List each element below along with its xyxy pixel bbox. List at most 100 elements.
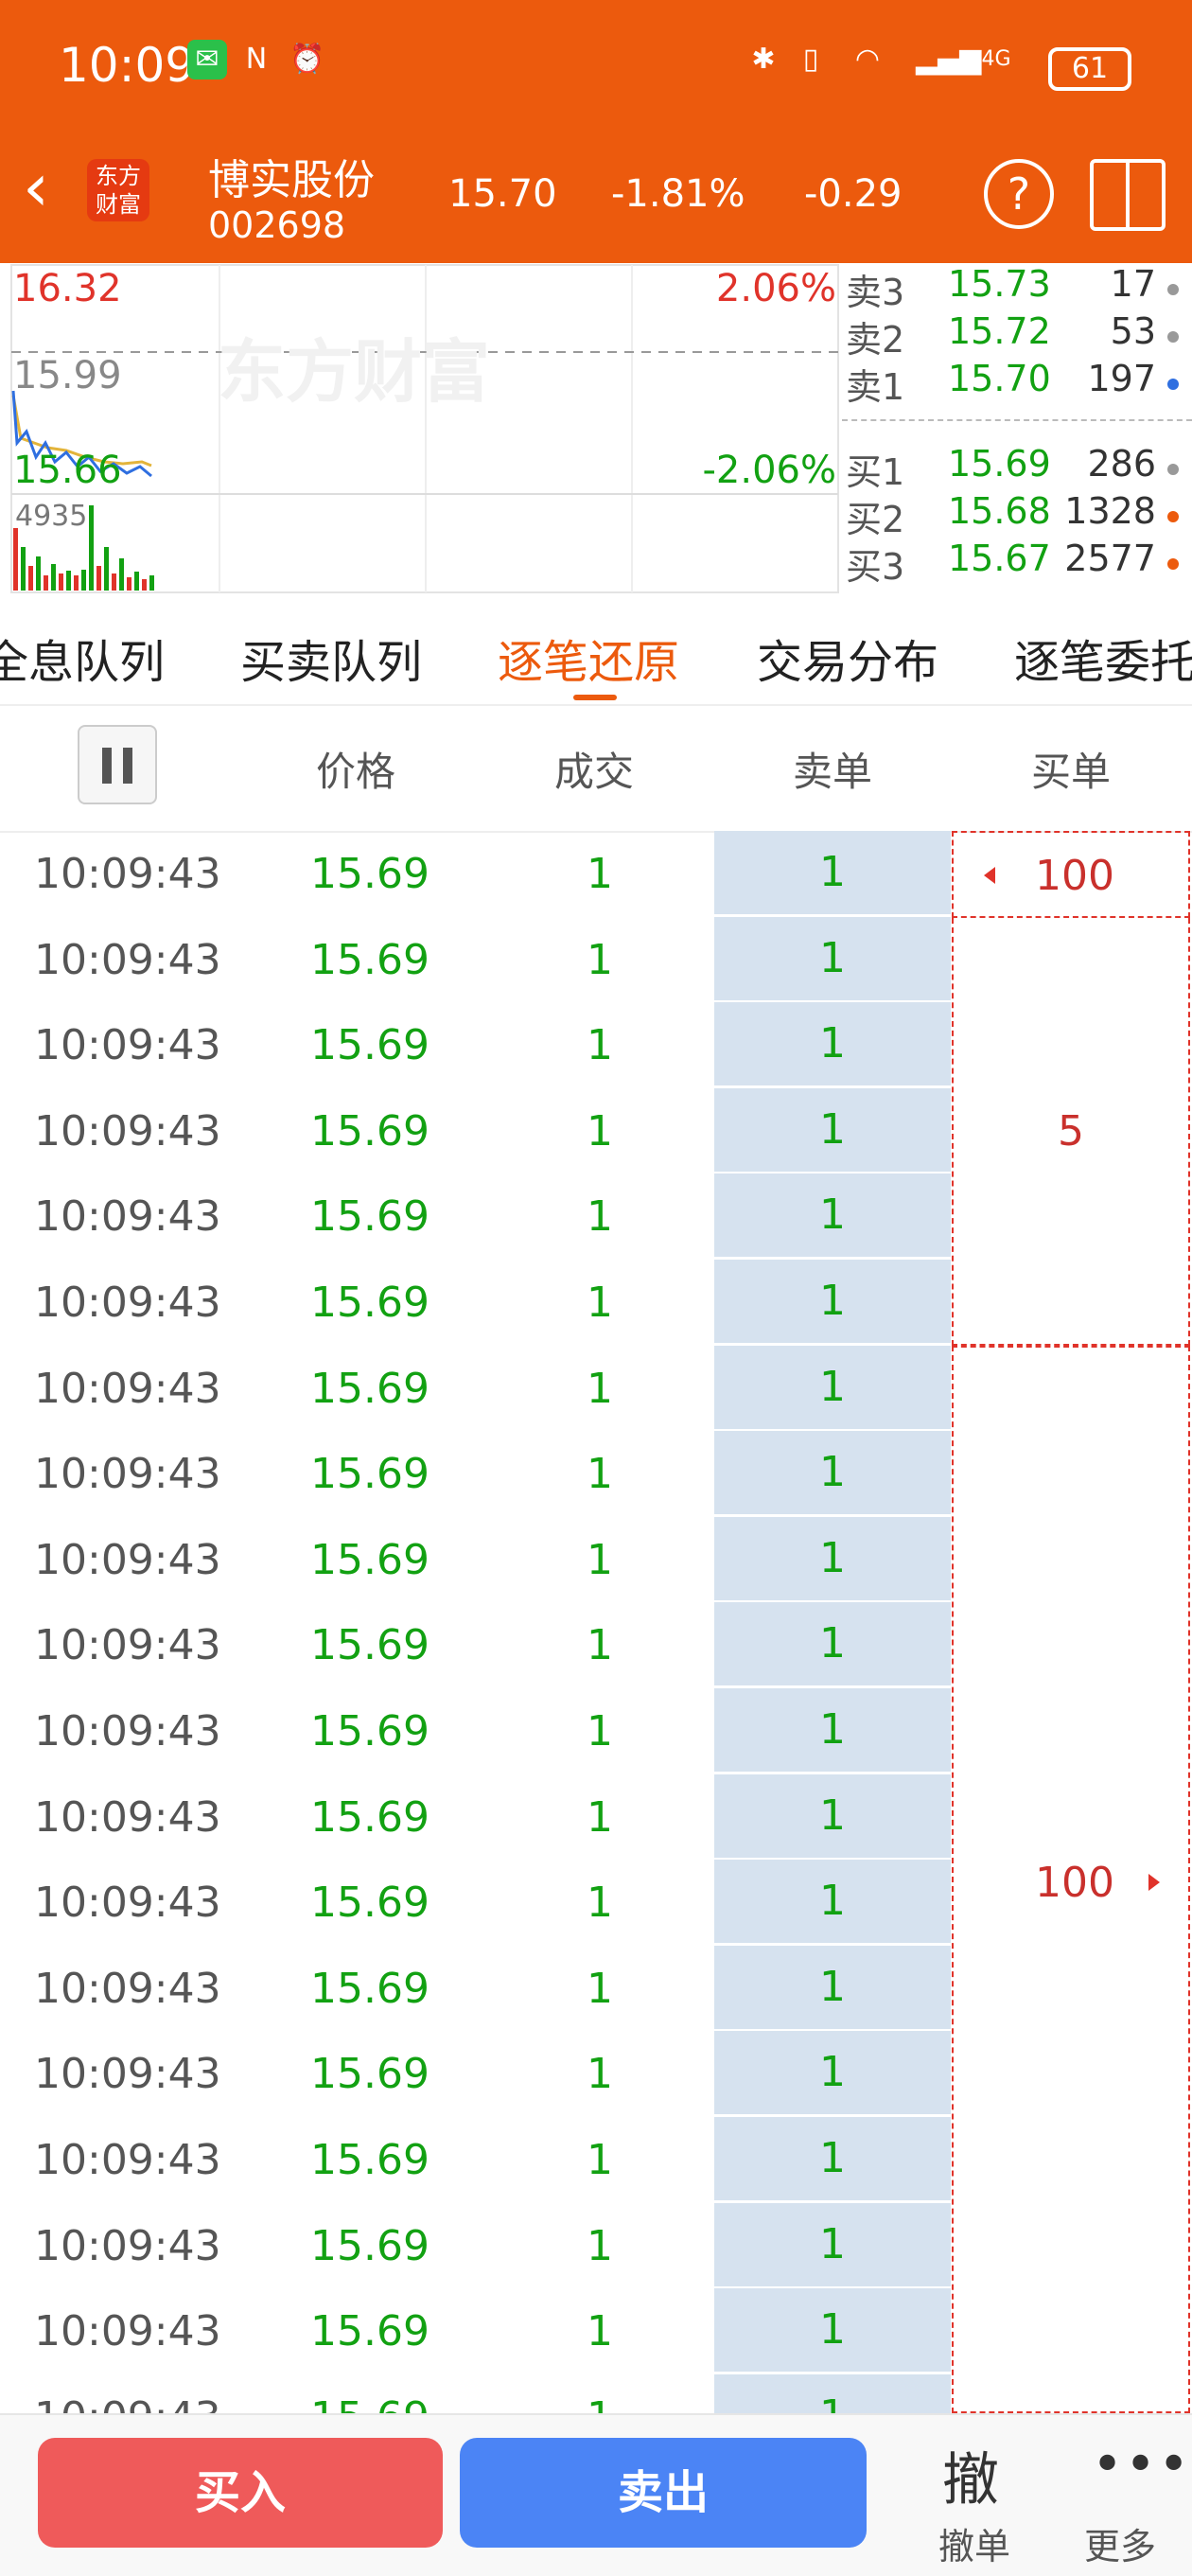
tick-time: 10:09:43 <box>34 1879 221 1928</box>
buy-block[interactable]: 100 <box>952 1346 1190 2413</box>
cancel-order-icon[interactable]: 撤 <box>942 2434 999 2516</box>
back-icon[interactable]: ‹ <box>23 154 49 221</box>
tick-trade-volume: 1 <box>587 1192 613 1242</box>
chart-down-pct: -2.06% <box>702 449 836 492</box>
chart-watermark: 东方财富 <box>218 332 491 412</box>
stock-change-pct: -1.81% <box>611 172 745 216</box>
tick-trade-volume: 1 <box>587 1535 613 1584</box>
tick-price: 15.69 <box>310 850 429 898</box>
tick-sell-order: 1 <box>714 2117 951 2203</box>
tick-sell-order: 1 <box>714 1431 951 1518</box>
active-tab-indicator <box>573 695 617 700</box>
split-screen-icon[interactable] <box>1090 159 1166 231</box>
order-price: 15.70 <box>948 358 1051 399</box>
order-book-row: 卖3 15.73 17 <box>842 263 1192 313</box>
order-book-divider <box>842 419 1192 421</box>
tick-sell-order: 1 <box>714 1945 951 2032</box>
tick-time: 10:09:43 <box>34 1364 221 1413</box>
chart-low: 15.66 <box>13 449 122 492</box>
tick-sell-order: 1 <box>714 1173 951 1261</box>
buy-button[interactable]: 买入 <box>38 2438 443 2548</box>
tick-sell-order: 1 <box>714 1002 951 1089</box>
tick-time: 10:09:43 <box>34 1621 221 1670</box>
order-price: 15.72 <box>948 310 1051 352</box>
tick-price: 15.69 <box>310 1792 429 1842</box>
wechat-icon: ✉ <box>187 40 227 79</box>
tick-sell-order: 1 <box>714 916 951 1003</box>
status-dot-icon <box>1167 331 1179 343</box>
chart-mid: 15.99 <box>13 354 122 397</box>
tick-price: 15.69 <box>310 1450 429 1499</box>
tick-trade-volume: 1 <box>587 1792 613 1842</box>
tick-price: 15.69 <box>310 1535 429 1584</box>
tick-sell-order: 1 <box>714 1860 951 1947</box>
more-icon[interactable]: ••• <box>1092 2434 1191 2496</box>
tick-price: 15.69 <box>310 1106 429 1156</box>
order-level-label: 卖3 <box>846 272 905 313</box>
tick-time: 10:09:43 <box>34 2221 221 2270</box>
tab-full-queue[interactable]: 全息队列 <box>0 625 165 691</box>
status-time: 10:09 <box>59 38 196 93</box>
tick-sell-order: 1 <box>714 1516 951 1603</box>
app-logo: 东方 财富 <box>87 159 149 221</box>
tick-trade-volume: 1 <box>587 1621 613 1670</box>
order-volume: 197 <box>1087 358 1156 399</box>
tick-sell-order: 1 <box>714 2288 951 2375</box>
tick-price: 15.69 <box>310 935 429 984</box>
order-volume: 286 <box>1087 443 1156 485</box>
tick-trade-volume: 1 <box>587 1879 613 1928</box>
tab-trade-distribution[interactable]: 交易分布 <box>757 625 938 691</box>
vibrate-icon: ▯ <box>802 43 819 76</box>
tick-trade-volume: 1 <box>587 2136 613 2184</box>
tick-trade-volume: 1 <box>587 1450 613 1499</box>
bluetooth-icon: ✱ <box>751 43 776 76</box>
status-bar: 10:09 ✉ N ⏰ ✱ ▯ ◠ ▂▄▆ 4G 61 <box>0 0 1192 132</box>
signal-icon: ▂▄▆ <box>916 43 982 76</box>
order-book-row: 买2 15.68 1328 <box>842 490 1192 540</box>
tick-sell-order: 1 <box>714 2031 951 2118</box>
pause-icon[interactable] <box>78 725 157 804</box>
order-volume: 53 <box>1110 310 1156 352</box>
chart-volume: 4935 <box>15 500 88 533</box>
buy-block[interactable]: 5 <box>952 918 1190 1346</box>
more-label[interactable]: 更多 <box>1084 2517 1156 2569</box>
tab-tick-orders[interactable]: 逐笔委托 <box>1014 625 1192 691</box>
tick-sell-order: 1 <box>714 2202 951 2289</box>
cancel-order-label[interactable]: 撤单 <box>938 2517 1010 2569</box>
tick-trade-volume: 1 <box>587 935 613 984</box>
buy-block[interactable]: 100 <box>952 831 1190 918</box>
tick-time: 10:09:43 <box>34 1792 221 1842</box>
tick-sell-order: 1 <box>714 1345 951 1432</box>
bottom-bar: 买入 卖出 撤 撤单 ••• 更多 <box>0 2413 1192 2576</box>
stock-change: -0.29 <box>804 172 903 216</box>
order-volume: 1328 <box>1064 490 1156 532</box>
tick-time: 10:09:43 <box>34 2307 221 2356</box>
status-dot-icon <box>1167 284 1179 295</box>
order-price: 15.67 <box>948 538 1051 579</box>
stock-price: 15.70 <box>448 172 557 216</box>
tick-sell-order: 1 <box>714 1773 951 1861</box>
tab-tick-restore[interactable]: 逐笔还原 <box>498 625 679 691</box>
chart-svg <box>10 264 839 593</box>
stock-code: 002698 <box>208 204 346 246</box>
header-buy: 买单 <box>1030 749 1111 795</box>
tick-sell-order: 1 <box>714 1260 951 1346</box>
tab-bar: 全息队列 买卖队列 逐笔还原 交易分布 逐笔委托 <box>0 596 1192 706</box>
tick-time: 10:09:43 <box>34 1021 221 1070</box>
tick-time: 10:09:43 <box>34 2050 221 2099</box>
order-price: 15.73 <box>948 263 1051 305</box>
wifi-icon: ◠ <box>854 43 881 76</box>
sell-button[interactable]: 卖出 <box>460 2438 867 2548</box>
tab-buy-sell-queue[interactable]: 买卖队列 <box>240 625 422 691</box>
intraday-chart[interactable]: 东方财富 16.32 15.99 15.66 2.06% -2.06% 4935 <box>0 263 842 596</box>
stock-name[interactable]: 博实股份 <box>208 146 375 206</box>
help-icon[interactable]: ? <box>984 159 1054 229</box>
order-book-row: 买3 15.67 2577 <box>842 538 1192 588</box>
order-level-label: 卖1 <box>846 366 905 408</box>
tick-time: 10:09:43 <box>34 1106 221 1156</box>
tick-price: 15.69 <box>310 1192 429 1242</box>
header-trade: 成交 <box>553 749 634 795</box>
tick-sell-order: 1 <box>714 1087 951 1174</box>
order-book[interactable]: 卖3 15.73 17 卖2 15.72 53 卖1 15.70 197 买1 15.69 286 买2… <box>842 263 1192 596</box>
tick-price: 15.69 <box>310 2050 429 2099</box>
